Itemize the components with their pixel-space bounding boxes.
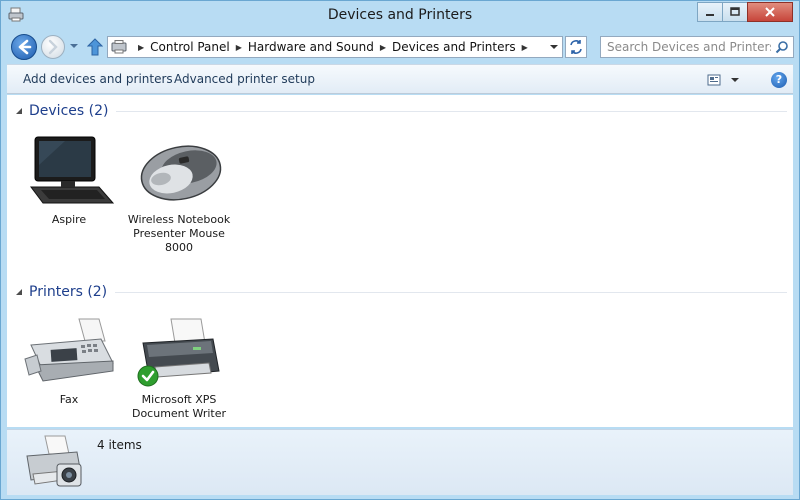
group-divider [115,291,787,293]
details-pane: 4 items [7,429,793,495]
breadcrumb: ▶ Control Panel ▶ Hardware and Sound ▶ D… [132,40,534,54]
close-icon [765,7,775,17]
collapse-triangle-icon[interactable] [15,107,23,115]
printers-group-header[interactable]: Printers (2) [15,284,787,300]
recent-locations-chevron-down-icon[interactable] [69,41,79,51]
printer-label-xps: Microsoft XPS Document Writer [131,393,227,420]
chevron-right-icon[interactable]: ▶ [522,43,528,52]
arrow-left-icon [18,39,32,55]
refresh-button[interactable] [565,36,587,58]
device-label-presenter-mouse: Wireless Notebook Presenter Mouse 8000 [127,213,231,254]
breadcrumb-control-panel[interactable]: Control Panel [150,40,230,54]
back-button[interactable] [11,34,37,60]
devices-printers-large-icon [21,434,85,492]
change-view-button[interactable] [707,72,741,88]
device-tile-aspire[interactable]: Aspire [17,135,121,227]
mouse-icon [131,135,227,211]
group-divider [116,110,787,112]
window-controls [697,2,793,22]
breadcrumb-devices-and-printers[interactable]: Devices and Printers [392,40,516,54]
printer-icon [131,315,227,391]
search-input[interactable] [601,37,771,57]
control-panel-icon [111,40,127,54]
help-icon: ? [775,73,783,86]
navigation-bar: ▶ Control Panel ▶ Hardware and Sound ▶ D… [1,31,799,63]
chevron-right-icon[interactable]: ▶ [236,43,242,52]
content-area: Devices (2) Aspire Wireless Notebook Pre… [7,95,793,427]
chevron-right-icon[interactable]: ▶ [138,43,144,52]
window-title: Devices and Printers [327,7,473,23]
devices-group-title: Devices (2) [29,103,109,119]
command-bar: Add devices and printers Advanced printe… [7,64,793,94]
device-label-aspire: Aspire [51,213,87,226]
printer-tile-xps[interactable]: Microsoft XPS Document Writer [127,315,231,421]
title-bar[interactable]: Devices and Printers [1,1,799,31]
minimize-icon [706,14,714,16]
search-box[interactable] [600,36,794,58]
add-devices-and-printers-button[interactable]: Add devices and printers [23,72,173,86]
breadcrumb-hardware-and-sound[interactable]: Hardware and Sound [248,40,374,54]
devices-group-header[interactable]: Devices (2) [15,103,787,119]
address-history-chevron-down-icon[interactable] [548,41,560,53]
view-options-icon [707,74,739,86]
maximize-icon [730,7,740,16]
explorer-window: Devices and Printers ▶ Control Panel ▶ H… [0,0,800,500]
search-icon[interactable] [775,40,789,54]
printers-group-title: Printers (2) [29,284,108,300]
laptop-icon [21,135,117,211]
forward-button[interactable] [41,35,65,59]
printer-label-fax: Fax [59,393,79,406]
collapse-triangle-icon[interactable] [15,288,23,296]
chevron-right-icon[interactable]: ▶ [380,43,386,52]
close-button[interactable] [747,2,793,22]
item-count: 4 items [97,438,142,452]
arrow-right-icon [48,39,58,55]
maximize-button[interactable] [722,2,748,22]
device-tile-presenter-mouse[interactable]: Wireless Notebook Presenter Mouse 8000 [127,135,231,255]
advanced-printer-setup-button[interactable]: Advanced printer setup [174,72,315,86]
refresh-icon [570,40,582,54]
printer-tile-fax[interactable]: Fax [17,315,121,407]
address-bar[interactable]: ▶ Control Panel ▶ Hardware and Sound ▶ D… [107,36,563,58]
help-button[interactable]: ? [771,72,787,88]
up-arrow-icon[interactable] [87,38,103,56]
fax-icon [21,315,117,391]
default-printer-checkmark-icon [137,365,159,387]
minimize-button[interactable] [697,2,723,22]
